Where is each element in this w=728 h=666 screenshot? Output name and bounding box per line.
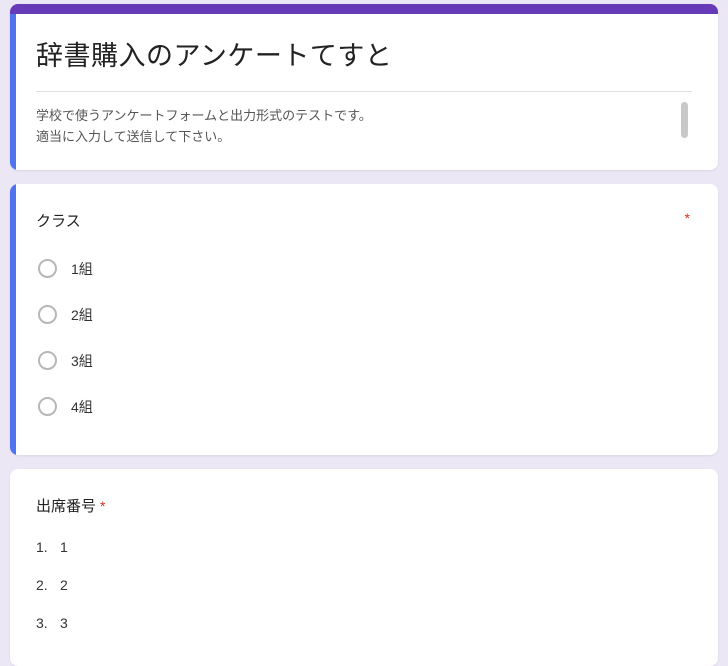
- radio-option-2[interactable]: 2組: [36, 297, 692, 333]
- radio-icon: [38, 397, 57, 416]
- description-wrap: 学校で使うアンケートフォームと出力形式のテストです。 適当に入力して送信して下さ…: [36, 91, 692, 148]
- scrollbar-thumb[interactable]: [681, 102, 688, 138]
- item-value: 2: [60, 577, 68, 593]
- radio-icon: [38, 259, 57, 278]
- question-card-attendance: 出席番号* 1. 1 2. 2 3. 3: [10, 469, 718, 666]
- item-number: 3.: [36, 615, 60, 631]
- item-value: 1: [60, 539, 68, 555]
- question-accent-bar: [10, 184, 16, 455]
- radio-icon: [38, 351, 57, 370]
- form-description: 学校で使うアンケートフォームと出力形式のテストです。 適当に入力して送信して下さ…: [36, 106, 662, 148]
- radio-icon: [38, 305, 57, 324]
- question-header: 出席番号*: [36, 495, 692, 516]
- question-header: クラス *: [36, 210, 692, 231]
- radio-option-1[interactable]: 1組: [36, 251, 692, 287]
- item-number: 2.: [36, 577, 60, 593]
- question-card-class: クラス * 1組 2組 3組 4組: [10, 184, 718, 455]
- form-header-card: 辞書購入のアンケートてすと 学校で使うアンケートフォームと出力形式のテストです。…: [10, 4, 718, 170]
- radio-label: 1組: [71, 259, 93, 279]
- header-inner: 辞書購入のアンケートてすと 学校で使うアンケートフォームと出力形式のテストです。…: [10, 14, 718, 170]
- item-number: 1.: [36, 539, 60, 555]
- required-indicator: *: [685, 210, 692, 226]
- list-item[interactable]: 3. 3: [36, 608, 692, 638]
- radio-label: 2組: [71, 305, 93, 325]
- form-title: 辞書購入のアンケートてすと: [36, 34, 692, 73]
- question-title: 出席番号*: [36, 495, 105, 516]
- radio-label: 3組: [71, 351, 93, 371]
- item-value: 3: [60, 615, 68, 631]
- required-indicator: *: [100, 498, 105, 514]
- radio-option-4[interactable]: 4組: [36, 389, 692, 425]
- radio-option-3[interactable]: 3組: [36, 343, 692, 379]
- list-item[interactable]: 2. 2: [36, 570, 692, 600]
- radio-label: 4組: [71, 397, 93, 417]
- question-title-text: 出席番号: [36, 498, 96, 515]
- list-item[interactable]: 1. 1: [36, 532, 692, 562]
- header-accent-bar: [10, 14, 16, 170]
- question-title: クラス: [36, 210, 81, 231]
